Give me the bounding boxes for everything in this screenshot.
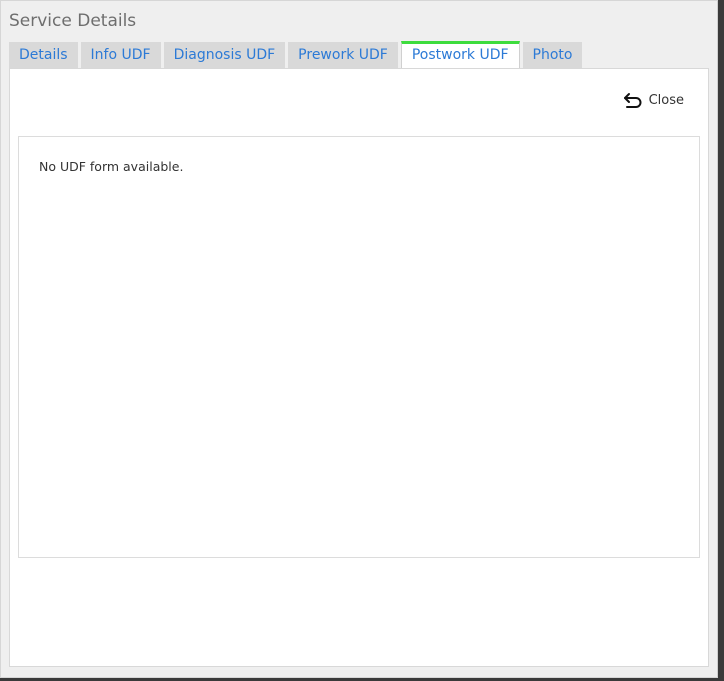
empty-state-message: No UDF form available. xyxy=(39,159,184,174)
tab-details[interactable]: Details xyxy=(9,42,78,68)
tab-postwork-udf[interactable]: Postwork UDF xyxy=(400,41,520,68)
tab-bar: Details Info UDF Diagnosis UDF Prework U… xyxy=(9,41,585,68)
undo-arrow-icon xyxy=(623,93,642,108)
tab-info-udf[interactable]: Info UDF xyxy=(80,42,161,68)
dialog-title: Service Details xyxy=(9,11,137,31)
tab-diagnosis-udf[interactable]: Diagnosis UDF xyxy=(163,42,286,68)
close-label: Close xyxy=(648,92,684,108)
service-details-dialog: Service Details Details Info UDF Diagnos… xyxy=(0,0,718,678)
tab-panel: Close No UDF form available. xyxy=(9,68,709,667)
udf-form-container: No UDF form available. xyxy=(18,136,700,558)
tab-prework-udf[interactable]: Prework UDF xyxy=(288,42,398,68)
close-button[interactable]: Close xyxy=(623,92,684,108)
tab-photo[interactable]: Photo xyxy=(522,42,583,68)
